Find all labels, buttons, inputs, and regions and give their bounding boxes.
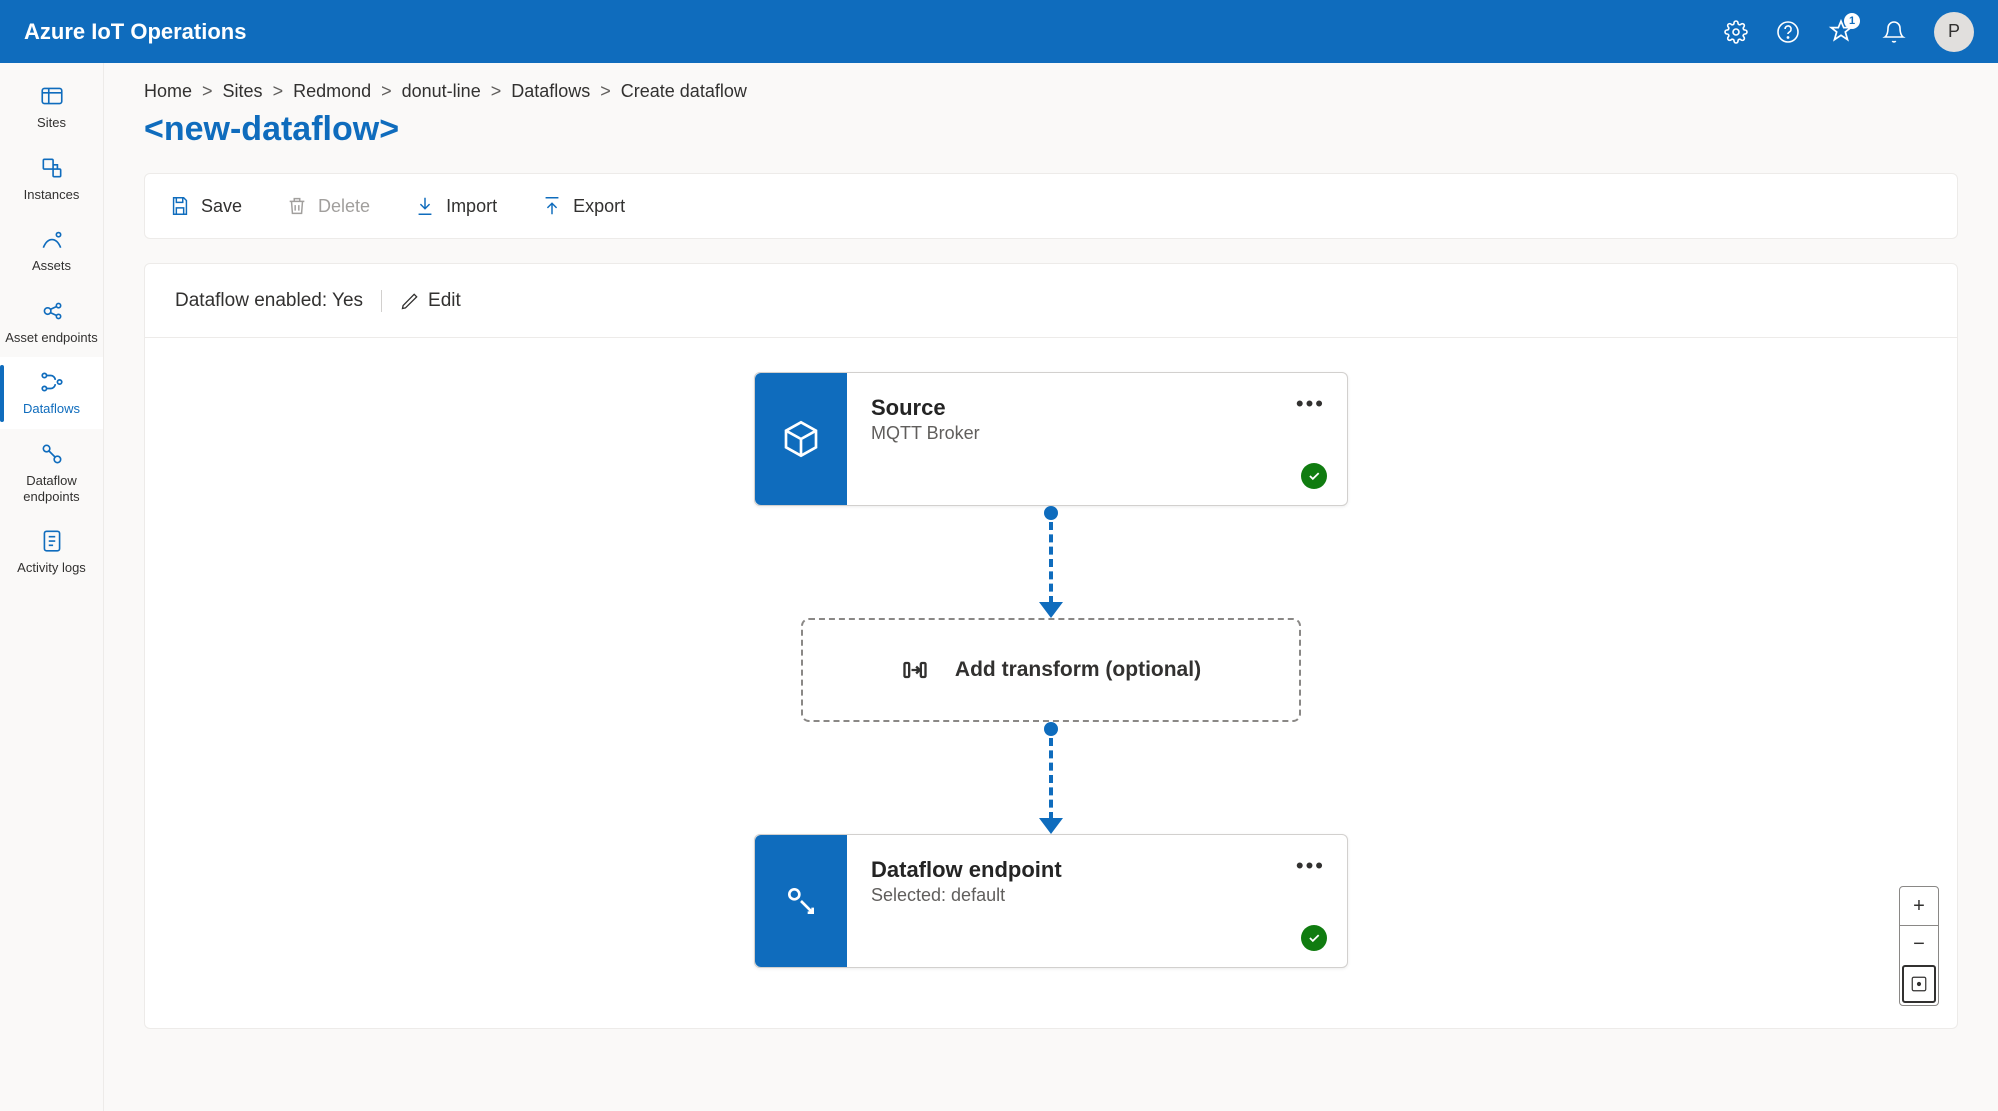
sidebar-item-assets[interactable]: Assets	[0, 214, 103, 286]
sidebar-item-dataflows[interactable]: Dataflows	[0, 357, 103, 429]
source-subtitle: MQTT Broker	[871, 423, 1323, 444]
breadcrumb-link[interactable]: donut-line	[402, 81, 481, 102]
breadcrumb-link[interactable]: Dataflows	[511, 81, 590, 102]
breadcrumb: Home> Sites> Redmond> donut-line> Datafl…	[144, 81, 1958, 102]
connector	[1049, 506, 1053, 618]
save-button[interactable]: Save	[169, 195, 242, 217]
dataflow-enabled-label: Dataflow enabled: Yes	[175, 290, 382, 312]
status-check-icon	[1301, 463, 1327, 489]
connector	[1049, 722, 1053, 834]
edit-button[interactable]: Edit	[400, 290, 461, 312]
left-sidebar: Sites Instances Assets Asset endpoints D…	[0, 63, 104, 1111]
global-header: Azure IoT Operations 1 P	[0, 0, 1998, 63]
delete-button: Delete	[286, 195, 370, 217]
add-transform-button[interactable]: Add transform (optional)	[801, 618, 1301, 722]
endpoint-title: Dataflow endpoint	[871, 857, 1323, 883]
sidebar-item-activity-logs[interactable]: Activity logs	[0, 516, 103, 588]
breadcrumb-link[interactable]: Home	[144, 81, 192, 102]
save-label: Save	[201, 196, 242, 217]
toolbar: Save Delete Import Export	[144, 173, 1958, 239]
sidebar-item-instances[interactable]: Instances	[0, 143, 103, 215]
export-label: Export	[573, 196, 625, 217]
source-title: Source	[871, 395, 1323, 421]
help-icon[interactable]	[1776, 20, 1800, 44]
transform-label: Add transform (optional)	[955, 658, 1201, 682]
sidebar-item-label: Dataflows	[23, 401, 80, 417]
zoom-controls: + −	[1899, 886, 1939, 1006]
import-label: Import	[446, 196, 497, 217]
breadcrumb-current: Create dataflow	[621, 81, 747, 102]
settings-icon[interactable]	[1724, 20, 1748, 44]
cube-icon	[755, 373, 847, 505]
status-check-icon	[1301, 925, 1327, 951]
more-icon[interactable]: •••	[1296, 391, 1325, 417]
sidebar-item-label: Instances	[24, 187, 80, 203]
sidebar-item-asset-endpoints[interactable]: Asset endpoints	[0, 286, 103, 358]
endpoint-icon	[755, 835, 847, 967]
sidebar-item-label: Dataflow endpoints	[4, 473, 99, 504]
import-button[interactable]: Import	[414, 195, 497, 217]
dataflow-canvas: Dataflow enabled: Yes Edit Source	[144, 263, 1958, 1029]
zoom-out-button[interactable]: −	[1900, 925, 1938, 963]
endpoint-node[interactable]: Dataflow endpoint Selected: default •••	[754, 834, 1348, 968]
endpoint-subtitle: Selected: default	[871, 885, 1323, 906]
zoom-fit-button[interactable]	[1902, 965, 1936, 1003]
page-title: <new-dataflow>	[144, 110, 1958, 149]
feedback-badge: 1	[1844, 13, 1860, 29]
zoom-in-button[interactable]: +	[1900, 887, 1938, 925]
edit-label: Edit	[428, 290, 461, 312]
notifications-icon[interactable]	[1882, 20, 1906, 44]
more-icon[interactable]: •••	[1296, 853, 1325, 879]
sidebar-item-dataflow-endpoints[interactable]: Dataflow endpoints	[0, 429, 103, 516]
source-node[interactable]: Source MQTT Broker •••	[754, 372, 1348, 506]
app-title: Azure IoT Operations	[24, 19, 246, 45]
delete-label: Delete	[318, 196, 370, 217]
feedback-icon[interactable]: 1	[1828, 19, 1854, 45]
sidebar-item-label: Assets	[32, 258, 71, 274]
sidebar-item-label: Asset endpoints	[5, 330, 98, 346]
breadcrumb-link[interactable]: Sites	[223, 81, 263, 102]
sidebar-item-label: Sites	[37, 115, 66, 131]
export-button[interactable]: Export	[541, 195, 625, 217]
sidebar-item-sites[interactable]: Sites	[0, 71, 103, 143]
sidebar-item-label: Activity logs	[17, 560, 86, 576]
breadcrumb-link[interactable]: Redmond	[293, 81, 371, 102]
avatar[interactable]: P	[1934, 12, 1974, 52]
